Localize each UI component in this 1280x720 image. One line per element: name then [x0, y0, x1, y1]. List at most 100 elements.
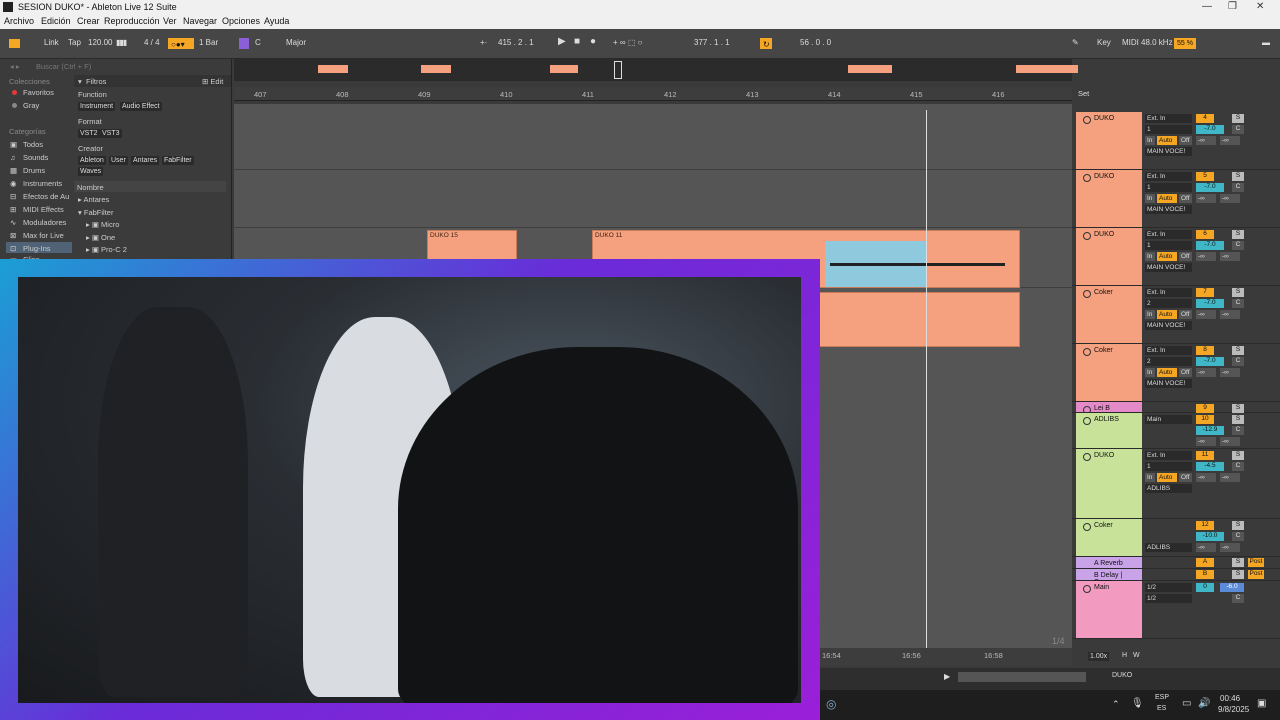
- monitor-in[interactable]: In: [1145, 194, 1155, 203]
- pan-center[interactable]: C: [1232, 183, 1244, 192]
- input-type-dropdown[interactable]: Ext. In: [1145, 172, 1192, 181]
- metronome-bars-icon[interactable]: ▮▮▮: [116, 38, 127, 47]
- chip-vst2[interactable]: VST2: [78, 129, 100, 138]
- menu-archivo[interactable]: Archivo: [4, 16, 34, 26]
- fold-icon[interactable]: [1083, 116, 1091, 124]
- track-header[interactable]: DUKO Ext. In 1 In Auto Off MAIN VOCE! 4 S -7.0 C -∞…: [1072, 112, 1280, 170]
- output-dropdown[interactable]: MAIN VOCE!: [1145, 379, 1192, 388]
- monitor-in[interactable]: In: [1145, 368, 1155, 377]
- category-midi-effects[interactable]: MIDI Effects: [23, 205, 64, 214]
- volume-field[interactable]: -4.5: [1196, 462, 1224, 471]
- fold-icon[interactable]: [1083, 290, 1091, 298]
- monitor-auto[interactable]: Auto: [1157, 136, 1177, 145]
- h-button[interactable]: H: [1122, 652, 1127, 659]
- input-channel-dropdown[interactable]: 1: [1145, 183, 1192, 192]
- chip-antares[interactable]: Antares: [131, 156, 160, 165]
- w-button[interactable]: W: [1133, 652, 1140, 659]
- return-solo[interactable]: S: [1232, 570, 1244, 579]
- main-io-1[interactable]: 1/2: [1145, 583, 1192, 592]
- volume-field[interactable]: -12.9: [1196, 426, 1224, 435]
- menu-ver[interactable]: Ver: [163, 16, 177, 26]
- song-position-field[interactable]: 415 . 2 . 1: [498, 38, 534, 47]
- monitor-off[interactable]: Off: [1179, 368, 1192, 377]
- return-name-cell[interactable]: A Reverb: [1076, 557, 1142, 568]
- track-name-cell[interactable]: DUKO: [1076, 112, 1142, 169]
- link-button[interactable]: Link: [44, 38, 59, 47]
- menu-ayuda[interactable]: Ayuda: [264, 16, 289, 26]
- category-max-for-live[interactable]: Max for Live: [23, 231, 64, 240]
- tree-item-micro[interactable]: ▸ ▣ Micro: [86, 220, 119, 229]
- track-activator[interactable]: 7: [1196, 288, 1214, 297]
- track-activator[interactable]: 12: [1196, 521, 1214, 530]
- solo-button[interactable]: S: [1232, 172, 1244, 181]
- app-taskbar-icon[interactable]: ◎: [826, 697, 836, 711]
- tap-button[interactable]: Tap: [68, 38, 81, 47]
- minimize-icon[interactable]: —: [1202, 1, 1212, 12]
- monitor-off[interactable]: Off: [1179, 194, 1192, 203]
- track-lane[interactable]: [234, 104, 1072, 170]
- monitor-auto[interactable]: Auto: [1157, 473, 1177, 482]
- browser-toggle-icon[interactable]: [9, 39, 20, 48]
- output-dropdown[interactable]: MAIN VOCE!: [1145, 263, 1192, 272]
- pan-center[interactable]: C: [1232, 125, 1244, 134]
- loop-toggle-icon[interactable]: ↻: [760, 38, 772, 49]
- monitor-off[interactable]: Off: [1179, 473, 1192, 482]
- input-type-dropdown[interactable]: Ext. In: [1145, 451, 1192, 460]
- track-header[interactable]: Lei B 9 S: [1072, 402, 1280, 414]
- track-header[interactable]: Coker Ext. In 2 In Auto Off MAIN VOCE! 7 S -7.0 C -…: [1072, 286, 1280, 344]
- filters-arrow-icon[interactable]: ▾: [78, 77, 82, 86]
- track-activator[interactable]: 9: [1196, 404, 1214, 413]
- tempo-field[interactable]: 120.00: [88, 38, 112, 47]
- microphone-icon[interactable]: 🎙: [1131, 698, 1144, 709]
- category-todos[interactable]: Todos: [23, 140, 43, 149]
- track-activator[interactable]: 6: [1196, 230, 1214, 239]
- close-icon[interactable]: ✕: [1256, 1, 1264, 12]
- audio-clip[interactable]: [814, 292, 1020, 347]
- notifications-icon[interactable]: ▣: [1257, 698, 1266, 709]
- midi-map-button[interactable]: MIDI: [1122, 38, 1139, 47]
- monitor-in[interactable]: In: [1145, 136, 1155, 145]
- return-name-cell[interactable]: B Delay | Comp: [1076, 569, 1142, 586]
- pan-center[interactable]: C: [1232, 299, 1244, 308]
- output-dropdown[interactable]: MAIN VOCE!: [1145, 321, 1192, 330]
- monitor-auto[interactable]: Auto: [1157, 194, 1177, 203]
- return-activator[interactable]: B: [1196, 570, 1214, 579]
- pan-center[interactable]: C: [1232, 241, 1244, 250]
- volume-field[interactable]: -7.0: [1196, 183, 1224, 192]
- track-name-cell[interactable]: DUKO: [1076, 228, 1142, 285]
- solo-button[interactable]: S: [1232, 288, 1244, 297]
- category-sounds[interactable]: Sounds: [23, 153, 48, 162]
- input-channel-dropdown[interactable]: 1: [1145, 462, 1192, 471]
- track-activator[interactable]: 10: [1196, 415, 1214, 424]
- volume-field[interactable]: -7.0: [1196, 241, 1224, 250]
- return-track-header[interactable]: B Delay | Comp B S Post: [1072, 569, 1280, 586]
- return-track-header[interactable]: A Reverb A S Post: [1072, 557, 1280, 569]
- solo-button[interactable]: S: [1232, 404, 1244, 413]
- record-icon[interactable]: ●: [590, 36, 596, 47]
- input-channel-dropdown[interactable]: 1: [1145, 125, 1192, 134]
- monitor-in[interactable]: In: [1145, 473, 1155, 482]
- overview-viewport[interactable]: [614, 61, 622, 79]
- monitor-auto[interactable]: Auto: [1157, 368, 1177, 377]
- tray-chevron-icon[interactable]: ⌃: [1112, 699, 1120, 710]
- zoom-field[interactable]: 1.00x: [1088, 652, 1110, 661]
- pan-center[interactable]: C: [1232, 426, 1244, 435]
- stop-icon[interactable]: ■: [574, 36, 580, 47]
- main-name-cell[interactable]: Main: [1076, 581, 1142, 638]
- track-activator[interactable]: 8: [1196, 346, 1214, 355]
- category-modulators[interactable]: Moduladores: [23, 218, 66, 227]
- track-activator[interactable]: 4: [1196, 114, 1214, 123]
- track-header[interactable]: Coker ADLIBS 12 S -10.0 C -∞ -∞: [1072, 519, 1280, 557]
- track-header[interactable]: DUKO Ext. In 1 In Auto Off ADLIBS 11 S -4.5 C -∞ -∞: [1072, 449, 1280, 519]
- time-ruler-bottom[interactable]: 16:54 16:56 16:58: [820, 648, 1072, 666]
- chip-audio-effect[interactable]: Audio Effect: [120, 102, 162, 111]
- monitor-off[interactable]: Off: [1179, 310, 1192, 319]
- track-header[interactable]: Coker Ext. In 2 In Auto Off MAIN VOCE! 8 S -7.0 C -…: [1072, 344, 1280, 402]
- key-dropdown[interactable]: C: [255, 38, 261, 47]
- solo-button[interactable]: S: [1232, 451, 1244, 460]
- creator-filter-label[interactable]: Creator: [78, 144, 103, 153]
- output-dropdown[interactable]: ADLIBS: [1145, 484, 1192, 493]
- metronome-toggle[interactable]: ○●▾: [168, 38, 194, 49]
- monitor-off[interactable]: Off: [1179, 136, 1192, 145]
- play-icon[interactable]: ▶: [558, 36, 566, 47]
